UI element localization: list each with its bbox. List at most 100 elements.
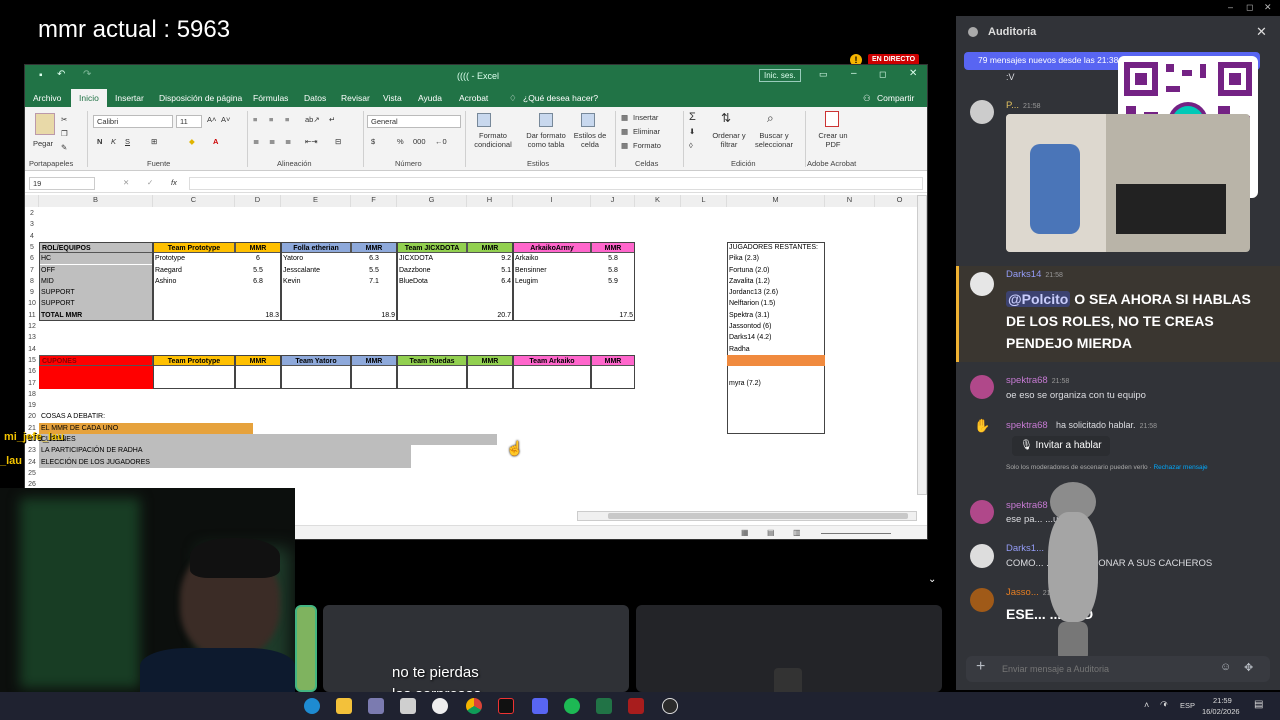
spreadsheet-grid[interactable]: B C D E F G H I J K L M N O 2 3 4 5 6 7 8 9 10 11 12 13 14 15 16 17 18… bbox=[25, 195, 927, 535]
os-minimize-icon[interactable]: – bbox=[1228, 2, 1233, 12]
app-icon-2[interactable] bbox=[400, 698, 416, 714]
remaining-player[interactable]: Fortuna (2.0) bbox=[727, 265, 825, 276]
remaining-divider[interactable] bbox=[727, 354, 825, 367]
signin-button[interactable]: Inic. ses. bbox=[759, 69, 801, 82]
align-bottom-icon[interactable]: ≡ bbox=[285, 115, 289, 124]
column-header[interactable]: G bbox=[397, 195, 467, 207]
volume-icon[interactable]: ◖ bbox=[1162, 699, 1167, 709]
comma-icon[interactable]: 000 bbox=[413, 137, 426, 146]
column-header[interactable]: N bbox=[825, 195, 875, 207]
scrollbar-thumb[interactable] bbox=[608, 513, 908, 519]
autosum-icon[interactable]: Σ bbox=[689, 111, 696, 123]
row-header[interactable]: 14 bbox=[25, 344, 39, 355]
column-header[interactable]: B bbox=[39, 195, 153, 207]
shrink-font-icon[interactable]: A˅ bbox=[221, 115, 230, 124]
fx-icon[interactable]: fx bbox=[171, 178, 177, 187]
message-input[interactable] bbox=[1002, 661, 1202, 677]
vertical-scrollbar[interactable] bbox=[917, 195, 927, 495]
debate-item[interactable]: ELECCIÓN DE LOS JUGADORES bbox=[39, 456, 411, 468]
column-header[interactable]: C bbox=[153, 195, 235, 207]
emoji-icon[interactable]: ☺ bbox=[1220, 661, 1231, 673]
avatar[interactable] bbox=[970, 100, 994, 124]
app-icon-3[interactable] bbox=[432, 698, 448, 714]
file-explorer-icon[interactable] bbox=[336, 698, 352, 714]
font-name-select[interactable]: Calibri bbox=[93, 115, 173, 128]
sheet-scrollbar[interactable] bbox=[577, 511, 917, 521]
format-button[interactable]: Formato bbox=[633, 141, 661, 150]
orientation-icon[interactable]: ab↗ bbox=[305, 115, 320, 124]
bold-icon[interactable]: N bbox=[97, 137, 102, 146]
close-icon[interactable]: ✕ bbox=[909, 68, 917, 79]
row-header[interactable]: 24 bbox=[25, 457, 39, 468]
clear-icon[interactable]: ◊ bbox=[689, 141, 693, 150]
undo-icon[interactable]: ↶ bbox=[57, 69, 65, 80]
column-header[interactable]: D bbox=[235, 195, 281, 207]
column-header[interactable]: F bbox=[351, 195, 397, 207]
invite-to-speak-button[interactable]: 🎙︎ Invitar a hablar bbox=[1012, 436, 1110, 456]
row-header[interactable]: 5 bbox=[25, 242, 39, 253]
remaining-player[interactable]: Jassontod (6) bbox=[727, 321, 825, 332]
video-attachment[interactable] bbox=[1006, 114, 1250, 252]
row-header[interactable]: 15 bbox=[25, 355, 39, 366]
remaining-player[interactable]: Spektra (3.1) bbox=[727, 310, 825, 321]
tiktok-icon[interactable] bbox=[498, 698, 514, 714]
create-pdf-button[interactable]: Crear un PDF bbox=[811, 131, 855, 149]
view-normal-icon[interactable]: ▦ bbox=[741, 528, 749, 537]
dota-icon[interactable] bbox=[628, 698, 644, 714]
currency-icon[interactable]: $ bbox=[371, 137, 375, 146]
formula-input[interactable] bbox=[189, 177, 923, 190]
redo-icon[interactable]: ↷ bbox=[83, 69, 91, 80]
indent-icon[interactable]: ⇤⇥ bbox=[305, 137, 318, 146]
debate-item[interactable]: COSAS A DEBATIR: bbox=[39, 411, 107, 422]
collapse-icon[interactable]: ⌄ bbox=[928, 574, 936, 585]
column-header[interactable]: M bbox=[727, 195, 825, 207]
row-header[interactable]: 6 bbox=[25, 253, 39, 264]
edge-icon[interactable] bbox=[304, 698, 320, 714]
format-painter-icon[interactable]: ✎ bbox=[61, 143, 67, 152]
column-header[interactable]: K bbox=[635, 195, 681, 207]
row-header[interactable]: 12 bbox=[25, 321, 39, 332]
username[interactable]: P... 21:58 bbox=[1006, 100, 1041, 111]
tab-disposicion[interactable]: Disposición de página bbox=[159, 93, 242, 103]
align-left-icon[interactable]: ≣ bbox=[253, 137, 259, 146]
ribbon-display-icon[interactable]: ▭ bbox=[819, 69, 828, 80]
debate-item[interactable]: CUPONES bbox=[39, 434, 497, 446]
maximize-icon[interactable]: ◻ bbox=[879, 69, 886, 80]
align-middle-icon[interactable]: ≡ bbox=[269, 115, 273, 124]
debate-item[interactable]: LA PARTICIPACIÓN DE RADHA bbox=[39, 445, 411, 457]
fill-icon[interactable]: ⬇ bbox=[689, 127, 695, 136]
row-header[interactable]: 16 bbox=[25, 366, 39, 377]
row-header[interactable]: 25 bbox=[25, 468, 39, 479]
close-chat-icon[interactable]: ✕ bbox=[1256, 24, 1267, 40]
zoom-slider[interactable] bbox=[821, 533, 891, 534]
avatar[interactable] bbox=[970, 272, 994, 296]
remaining-player[interactable]: Pika (2.3) bbox=[727, 253, 825, 264]
merge-icon[interactable]: ⊟ bbox=[335, 137, 341, 146]
row-header[interactable]: 13 bbox=[25, 332, 39, 343]
language-indicator[interactable]: ESP bbox=[1180, 701, 1195, 710]
sort-filter-button[interactable]: Ordenar y filtrar bbox=[709, 131, 749, 149]
remaining-player[interactable]: Zavalita (1.2) bbox=[727, 276, 825, 287]
row-header[interactable]: 23 bbox=[25, 445, 39, 456]
decimal-icon[interactable]: ←0 bbox=[435, 137, 447, 146]
avatar[interactable] bbox=[970, 544, 994, 568]
debate-item[interactable]: EL MMR DE CADA UNO bbox=[39, 422, 253, 434]
message-input-bar[interactable]: + ☺ ✥ bbox=[966, 656, 1270, 682]
find-select-button[interactable]: Buscar y seleccionar bbox=[751, 131, 797, 149]
table2-red-cell[interactable] bbox=[39, 366, 153, 389]
corner-cell[interactable] bbox=[25, 195, 39, 207]
remaining-title[interactable]: JUGADORES RESTANTES: bbox=[727, 242, 825, 253]
row-header[interactable]: 9 bbox=[25, 287, 39, 298]
conditional-format-button[interactable]: Formato condicional bbox=[469, 131, 517, 149]
spotify-icon[interactable] bbox=[564, 698, 580, 714]
tell-me-search[interactable]: ¿Qué desea hacer? bbox=[523, 93, 598, 103]
avatar[interactable] bbox=[970, 500, 994, 524]
column-header[interactable]: E bbox=[281, 195, 351, 207]
chrome-icon[interactable] bbox=[466, 698, 482, 714]
font-size-select[interactable]: 11 bbox=[176, 115, 202, 128]
row-header[interactable]: 10 bbox=[25, 298, 39, 309]
row-header[interactable]: 18 bbox=[25, 389, 39, 400]
copy-icon[interactable]: ❐ bbox=[61, 129, 68, 138]
row-header[interactable]: 11 bbox=[25, 310, 39, 321]
remaining-player[interactable]: Darks14 (4.2) bbox=[727, 332, 825, 343]
